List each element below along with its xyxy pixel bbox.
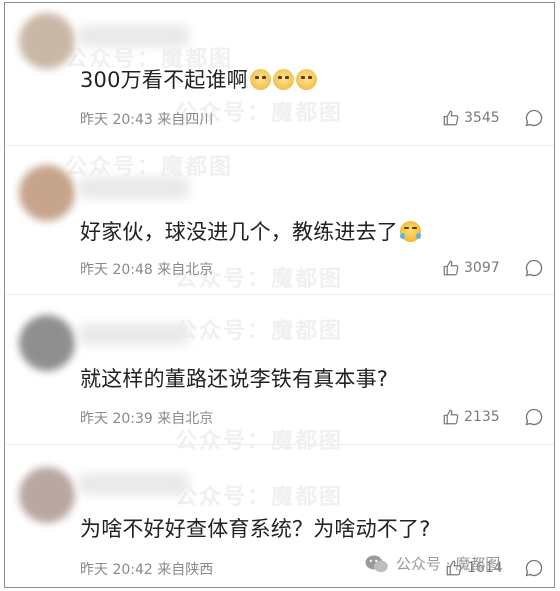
thumbs-up-icon bbox=[443, 260, 459, 276]
comment-list: 公众号：魔都图 公众号：魔都图 公众号：魔都图 公众号：魔都图 公众号：魔都图 … bbox=[4, 2, 555, 588]
wechat-icon bbox=[365, 555, 388, 572]
username-blurred[interactable] bbox=[79, 473, 189, 495]
username-blurred[interactable] bbox=[79, 177, 189, 199]
avatar[interactable] bbox=[19, 315, 75, 371]
watermark-text: 公众号：魔都图 bbox=[175, 319, 344, 344]
comment-meta: 昨天 20:43 来自四川 bbox=[80, 112, 214, 128]
like-count: 3097 bbox=[464, 260, 500, 276]
watermark-badge-text: 公众号 · 魔都图 bbox=[396, 555, 501, 573]
thumbs-up-icon bbox=[443, 409, 459, 425]
comment-text: 就这样的董路还说李铁有真本事? bbox=[80, 367, 389, 391]
avatar[interactable] bbox=[19, 165, 75, 221]
like-button[interactable]: 3545 bbox=[442, 109, 500, 127]
divider bbox=[5, 145, 554, 146]
comment-text: 为啥不好好查体育系统？为啥动不了? bbox=[80, 517, 431, 541]
divider bbox=[5, 294, 554, 295]
comment-meta: 昨天 20:39 来自北京 bbox=[80, 411, 214, 427]
like-button[interactable]: 2135 bbox=[442, 408, 500, 426]
username-blurred[interactable] bbox=[79, 323, 189, 345]
comment-reply-icon[interactable] bbox=[524, 407, 544, 427]
comment-reply-icon[interactable] bbox=[524, 258, 544, 278]
watermark-badge: 公众号 · 魔都图 bbox=[364, 553, 500, 574]
comment-meta: 昨天 20:42 来自陕西 bbox=[80, 562, 214, 578]
laugh-cry-emoji bbox=[400, 221, 421, 242]
comment-text: 300万看不起谁啊 bbox=[80, 64, 317, 94]
comment-meta: 昨天 20:48 来自北京 bbox=[80, 262, 214, 278]
watermark-text: 公众号：魔都图 bbox=[175, 485, 344, 510]
comment-reply-icon[interactable] bbox=[524, 558, 544, 578]
thumbs-up-icon bbox=[443, 110, 459, 126]
comment-text: 好家伙，球没进几个，教练进去了 bbox=[80, 216, 421, 246]
like-button[interactable]: 3097 bbox=[442, 259, 500, 277]
username-blurred[interactable] bbox=[79, 25, 189, 47]
like-count: 3545 bbox=[464, 110, 500, 126]
comment-reply-icon[interactable] bbox=[524, 108, 544, 128]
divider bbox=[5, 444, 554, 445]
avatar[interactable] bbox=[19, 13, 75, 69]
dog-face-emoji bbox=[295, 69, 317, 90]
dog-face-emoji bbox=[272, 69, 294, 90]
avatar[interactable] bbox=[19, 467, 75, 523]
like-count: 2135 bbox=[464, 409, 500, 425]
dog-face-emoji bbox=[249, 69, 271, 90]
